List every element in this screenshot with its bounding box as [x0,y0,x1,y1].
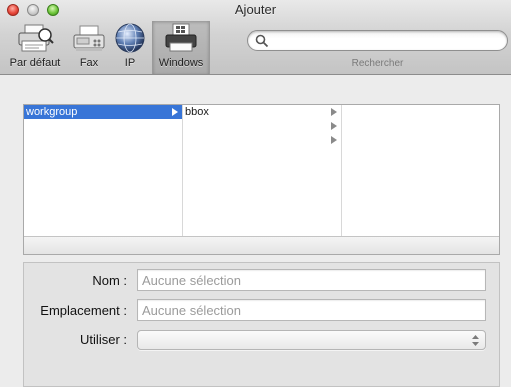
disclosure-arrow-icon [172,108,178,116]
location-field[interactable] [138,300,485,320]
search-icon [255,34,269,48]
browser-item[interactable] [183,133,341,147]
toolbar-fax-button[interactable]: Fax [69,22,109,72]
browser-column-3[interactable] [342,105,499,237]
up-down-arrows-icon [472,335,479,346]
disclosure-arrow-icon [331,136,337,144]
network-browser: workgroup bbox [23,104,500,255]
printer-details-form: Nom : Emplacement : Utiliser : [23,262,500,387]
toolbar-ip-button[interactable]: IP [113,22,147,72]
name-field-wrapper [137,269,486,291]
horizontal-scrollbar[interactable] [24,236,499,254]
browser-item[interactable] [183,119,341,133]
browser-item-bbox[interactable]: bbox [183,105,341,119]
toolbar-default-button[interactable]: Par défaut [4,22,66,72]
use-label: Utiliser : [80,332,127,347]
name-field[interactable] [138,270,485,290]
location-label: Emplacement : [40,303,127,318]
window-title: Ajouter [234,2,277,17]
fax-icon [73,25,105,51]
disclosure-arrow-icon [331,122,337,130]
search-field[interactable] [247,30,508,51]
toolbar-default-label: Par défaut [9,57,61,69]
default-printer-icon [18,24,54,52]
use-driver-select[interactable] [137,330,486,350]
toolbar-windows-label: Windows [158,57,204,69]
browser-column-1[interactable]: workgroup [24,105,183,237]
search-label: Rechercher [351,58,404,69]
browser-item-label: bbox [185,106,209,118]
location-field-wrapper [137,299,486,321]
windows-printer-icon [165,23,197,52]
toolbar-windows-button[interactable]: Windows [152,21,210,74]
name-label: Nom : [92,273,127,288]
browser-item-label: workgroup [26,106,78,118]
browser-item-workgroup[interactable]: workgroup [24,105,182,119]
globe-icon [115,23,145,53]
window-toolbar: Ajouter Par défaut Fax IP Windows Recher… [0,0,511,75]
browser-column-2[interactable]: bbox [183,105,342,237]
disclosure-arrow-icon [331,108,337,116]
toolbar-fax-label: Fax [79,57,99,69]
toolbar-ip-label: IP [124,57,136,69]
search-input[interactable] [272,32,500,49]
